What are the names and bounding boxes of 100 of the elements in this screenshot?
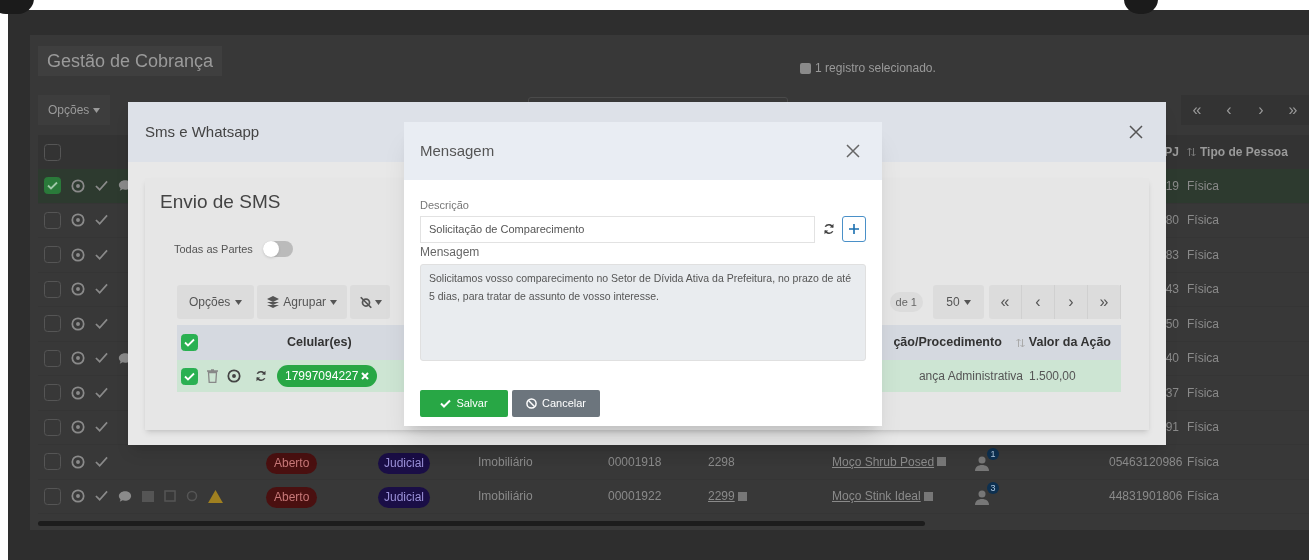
cpf-cell-text: 83 bbox=[1164, 246, 1179, 264]
close-button[interactable] bbox=[846, 144, 860, 158]
checkbox[interactable] bbox=[44, 246, 61, 264]
person-icon[interactable] bbox=[974, 455, 990, 471]
person-type-cell-text: Física bbox=[1186, 453, 1220, 471]
toggle-switch[interactable] bbox=[262, 240, 293, 257]
checkbox[interactable] bbox=[181, 334, 198, 351]
pager-button[interactable]: › bbox=[1245, 95, 1277, 125]
eye-icon[interactable] bbox=[71, 316, 85, 331]
checkbox[interactable] bbox=[44, 143, 61, 161]
dialog-title: Sms e Whatsapp bbox=[145, 121, 260, 142]
copy-icon[interactable] bbox=[937, 457, 947, 467]
warning-icon[interactable] bbox=[208, 489, 223, 503]
add-button[interactable] bbox=[842, 216, 866, 242]
check-icon[interactable] bbox=[95, 386, 108, 399]
group-dropdown[interactable]: Agrupar bbox=[257, 285, 348, 319]
eye-icon[interactable] bbox=[71, 489, 85, 504]
checkbox[interactable] bbox=[44, 280, 61, 298]
type-badge: Judicial bbox=[378, 452, 431, 474]
person-type-cell-text: Física bbox=[1186, 246, 1220, 264]
pager-button[interactable]: ‹ bbox=[1213, 95, 1245, 125]
options-dropdown[interactable]: Opções bbox=[38, 95, 111, 125]
checkbox[interactable] bbox=[44, 315, 61, 333]
pager-button[interactable]: » bbox=[1277, 95, 1309, 125]
name-link[interactable]: Moço Shrub Posed bbox=[832, 452, 935, 471]
type-badge: Judicial bbox=[378, 487, 431, 509]
check-icon[interactable] bbox=[95, 317, 108, 330]
scrollbar[interactable] bbox=[38, 521, 925, 526]
check-icon[interactable] bbox=[95, 352, 108, 365]
checkbox[interactable] bbox=[44, 349, 61, 367]
count-badge: 3 bbox=[987, 482, 999, 495]
count-badge: 1 bbox=[987, 447, 999, 460]
close-button[interactable] bbox=[1129, 125, 1143, 139]
checkbox[interactable] bbox=[44, 487, 61, 505]
value-cell-text: 1.500,00 bbox=[1029, 368, 1077, 385]
check-icon[interactable] bbox=[95, 421, 108, 434]
eye-icon[interactable] bbox=[71, 420, 85, 435]
cpf-cell-text: 43 bbox=[1164, 281, 1179, 299]
eye-icon[interactable] bbox=[71, 454, 85, 469]
check-icon bbox=[440, 398, 452, 408]
check-icon[interactable] bbox=[95, 490, 108, 503]
checkbox[interactable] bbox=[44, 418, 61, 436]
remove-icon[interactable] bbox=[361, 372, 370, 380]
check-icon[interactable] bbox=[95, 179, 108, 192]
checkbox[interactable] bbox=[44, 211, 61, 229]
cpf-cell-text: 91 bbox=[1164, 419, 1179, 437]
status-badge: Aberto bbox=[266, 487, 318, 509]
person-type-cell-text: Física bbox=[1186, 488, 1220, 506]
columns-dropdown[interactable] bbox=[350, 285, 391, 319]
refresh-icon[interactable] bbox=[255, 370, 267, 382]
options-dropdown[interactable]: Opções bbox=[177, 285, 255, 319]
person-type-cell-text: Física bbox=[1186, 212, 1220, 230]
description-field[interactable]: Solicitação de Comparecimento bbox=[420, 215, 816, 243]
pager-button[interactable]: ‹ bbox=[1022, 285, 1055, 319]
sort-icon[interactable] bbox=[1187, 147, 1196, 157]
caret-icon bbox=[235, 299, 243, 305]
eye-icon[interactable] bbox=[71, 247, 85, 262]
name-link[interactable]: Moço Stink Ideal bbox=[832, 487, 921, 506]
person-icon[interactable] bbox=[974, 490, 990, 506]
eye-icon[interactable] bbox=[71, 178, 85, 193]
refresh-icon[interactable] bbox=[823, 223, 836, 235]
eye-icon[interactable] bbox=[227, 369, 241, 383]
pager-button[interactable]: › bbox=[1055, 285, 1088, 319]
copy-icon[interactable] bbox=[923, 491, 933, 501]
phone-tag[interactable]: 17997094227 bbox=[277, 365, 378, 387]
checkbox[interactable] bbox=[44, 384, 61, 402]
category-cell-text: Imobiliário bbox=[478, 453, 534, 471]
person-type-cell-text: Física bbox=[1186, 419, 1220, 437]
column-header[interactable]: Celular(es) bbox=[287, 333, 352, 352]
check-icon[interactable] bbox=[95, 214, 108, 227]
save-button[interactable]: Salvar bbox=[420, 389, 508, 417]
eye-icon[interactable] bbox=[71, 213, 85, 228]
column-header[interactable]: Valor da Ação bbox=[1028, 333, 1111, 352]
pager-button[interactable]: « bbox=[1181, 95, 1213, 125]
check-icon[interactable] bbox=[95, 283, 108, 296]
checkbox[interactable] bbox=[44, 177, 61, 195]
status-badge: Aberto bbox=[266, 452, 318, 474]
pager-button[interactable]: « bbox=[989, 285, 1022, 319]
column-header[interactable]: Tipo de Pessoa bbox=[1200, 143, 1288, 161]
eye-slash-icon bbox=[358, 295, 373, 309]
code-cell-text: 00001918 bbox=[608, 453, 663, 471]
checkbox[interactable] bbox=[181, 367, 198, 385]
eye-icon[interactable] bbox=[71, 282, 85, 297]
eye-icon[interactable] bbox=[71, 385, 85, 400]
checkbox[interactable] bbox=[44, 453, 61, 471]
caret-icon bbox=[963, 299, 971, 305]
cancel-button[interactable]: Cancelar bbox=[512, 389, 600, 417]
pager-button[interactable]: » bbox=[1088, 285, 1121, 319]
check-icon[interactable] bbox=[95, 455, 108, 468]
trash-icon[interactable] bbox=[207, 369, 218, 383]
field-label: Mensagem bbox=[420, 243, 480, 261]
number-link[interactable]: 2299 bbox=[708, 487, 735, 506]
caret-icon bbox=[374, 299, 382, 305]
eye-icon[interactable] bbox=[71, 351, 85, 366]
message-field[interactable]: Solicitamos vosso comparecimento no Setor de Dívida Ativa da Prefeitura, no prazo de até 5 dias, para tratar de assunto de vosso interesse. bbox=[420, 263, 866, 361]
page-size-dropdown[interactable]: 50 bbox=[933, 285, 984, 319]
table-row[interactable]: Aberto Judicial Imobiliário 00001922 2299 Moço Stink Ideal 3 44831901806 Física bbox=[38, 479, 1309, 514]
column-header[interactable]: ção/Procedimento bbox=[893, 333, 1002, 352]
check-icon[interactable] bbox=[95, 248, 108, 261]
copy-icon[interactable] bbox=[737, 491, 747, 501]
